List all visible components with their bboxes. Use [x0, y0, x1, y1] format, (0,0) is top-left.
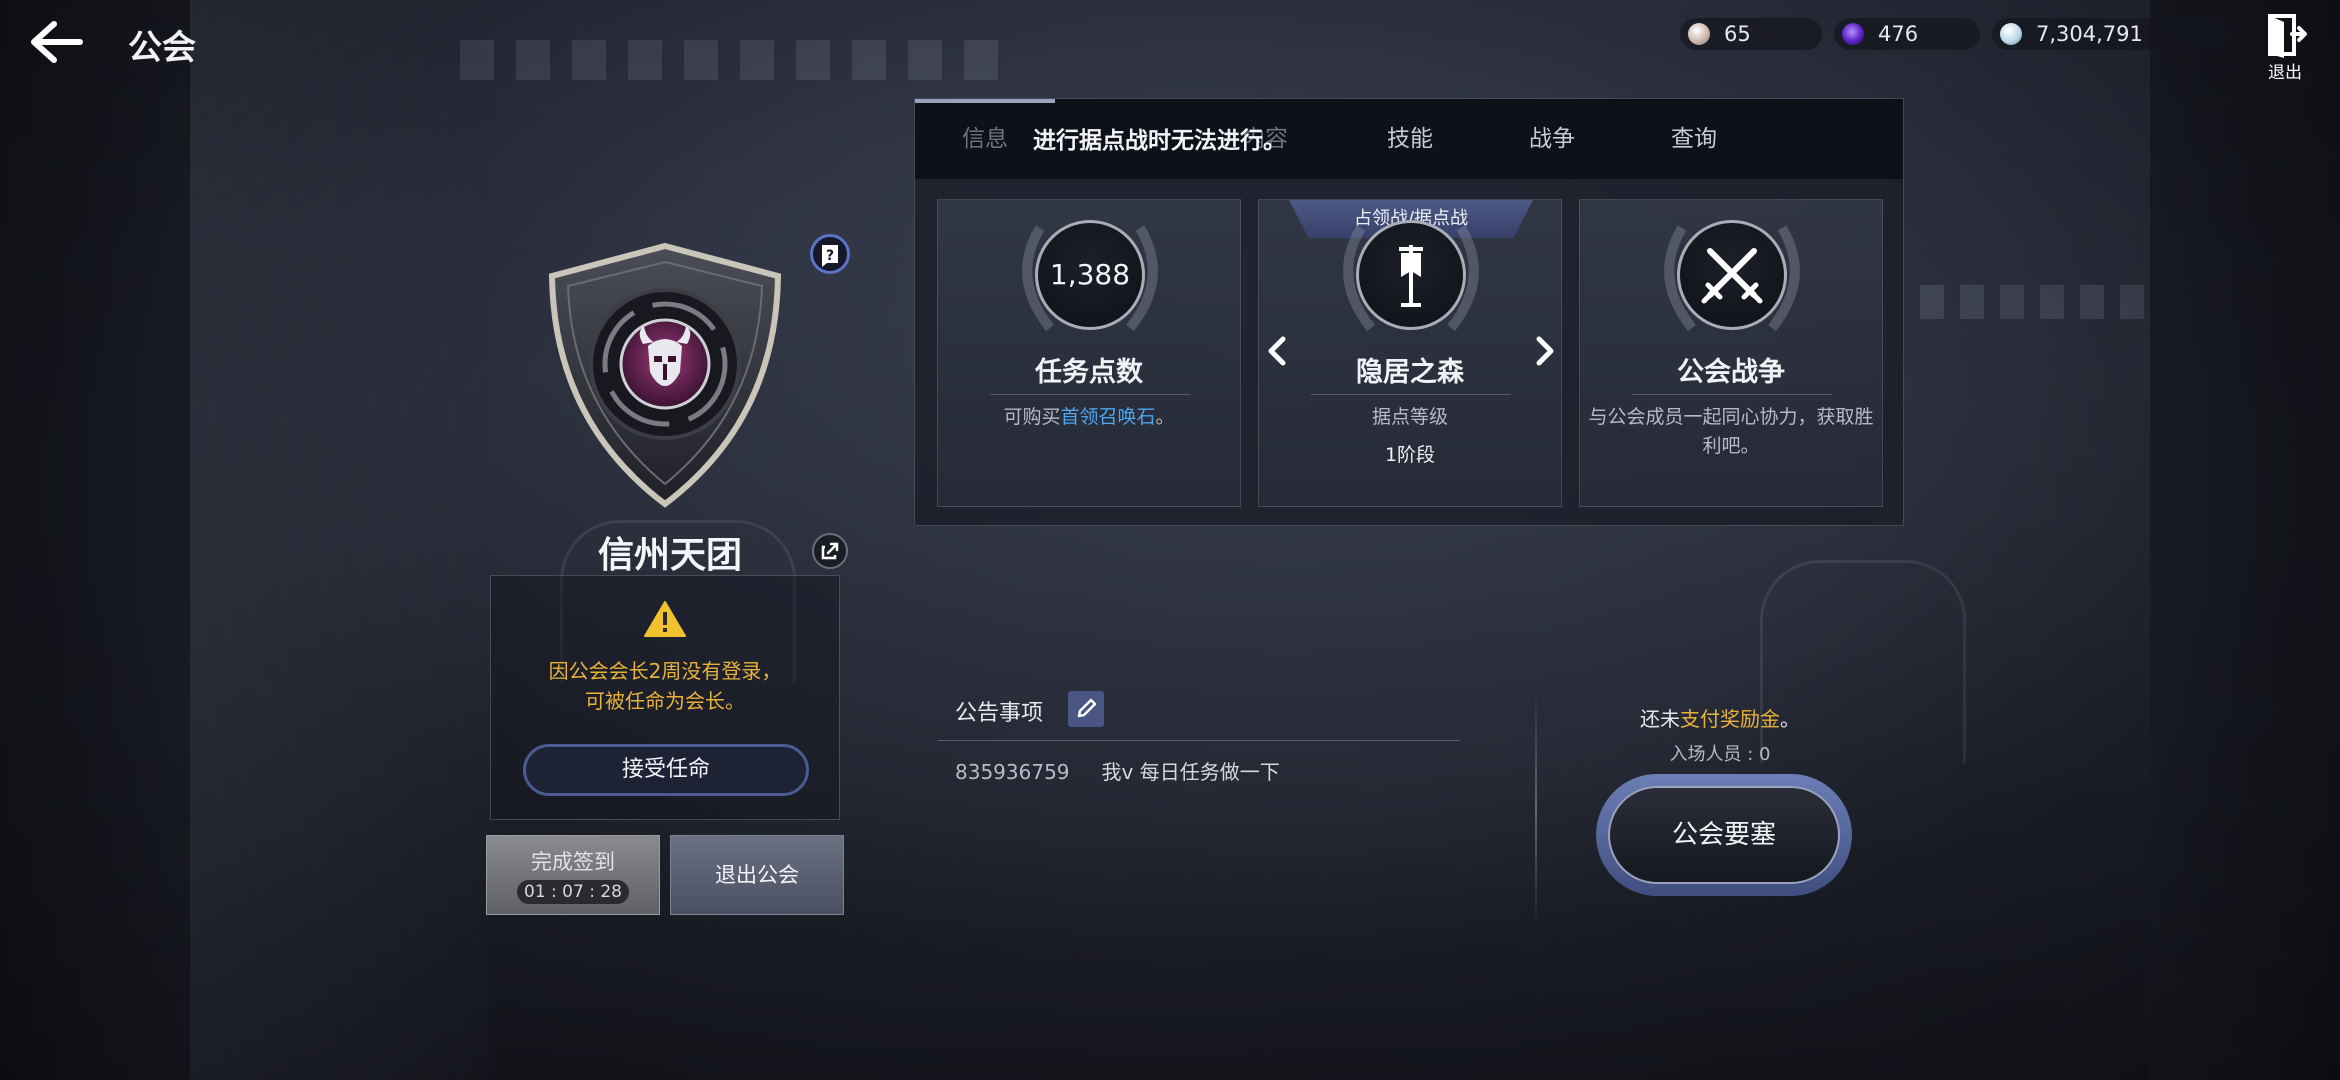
guild-war-desc: 与公会成员一起同心协力，获取胜利吧。 — [1588, 406, 1874, 457]
leader-notice-box: 因公会会长2周没有登录， 可被任命为会长。 接受任命 — [490, 575, 840, 820]
reward-highlight: 支付奖励金 — [1680, 707, 1780, 731]
checkin-label: 完成签到 — [531, 850, 615, 874]
section-divider — [1535, 690, 1537, 930]
exit-label: 退出 — [2268, 63, 2302, 83]
share-icon[interactable] — [812, 533, 848, 569]
back-arrow-icon[interactable] — [28, 18, 86, 66]
reward-status: 还未支付奖励金。 — [1600, 703, 1840, 732]
chevron-left-icon[interactable] — [1263, 331, 1293, 371]
boss-stone-link[interactable]: 首领召唤石 — [1060, 406, 1155, 428]
exit-button[interactable]: 退出 — [2262, 14, 2308, 83]
announcement-title: 公告事项 — [955, 701, 1044, 726]
checkin-timer: 01 : 07 : 28 — [517, 880, 629, 904]
card-divider — [1311, 394, 1511, 395]
reward-suffix: 。 — [1780, 707, 1800, 731]
leader-notice-text: 因公会会长2周没有登录， 可被任命为会长。 — [491, 656, 839, 716]
notice-line-1: 因公会会长2周没有登录， — [548, 659, 782, 683]
currency-value: 476 — [1878, 22, 1919, 46]
mission-points-title: 任务点数 — [1035, 357, 1143, 388]
tab-query[interactable]: 查询 — [1623, 99, 1765, 179]
entry-count: 入场人员 : 0 — [1669, 744, 1771, 765]
stronghold-level-label: 据点等级 — [1371, 406, 1448, 428]
warning-icon — [643, 600, 687, 638]
card-divider — [990, 394, 1190, 395]
stronghold-title: 隐居之森 — [1356, 357, 1464, 388]
currency-purple-gem[interactable]: 476 — [1834, 18, 1980, 50]
currency-value: 65 — [1724, 22, 1751, 46]
announcement-entry: 835936759 我v 每日任务做一下 — [955, 756, 1280, 785]
mission-points-card[interactable]: 1,388 任务点数 可购买首领召唤石。 — [937, 199, 1241, 507]
banner-icon — [1399, 245, 1423, 307]
tab-bar: 信息 内容 技能 战争 查询 进行据点战时无法进行。 — [915, 99, 1903, 179]
svg-text:?: ? — [826, 248, 834, 264]
edit-pencil-icon[interactable] — [1068, 691, 1104, 727]
guild-fortress-button[interactable]: 公会要塞 — [1596, 774, 1852, 896]
tab-skills[interactable]: 技能 — [1339, 99, 1481, 179]
purple-gem-icon — [1842, 23, 1864, 45]
stronghold-card[interactable]: 占领战/据点战 隐居之森 据点等级 1阶段 — [1258, 199, 1562, 507]
currency-silver[interactable]: 7,304,791 — [1992, 18, 2228, 50]
pearl-icon — [1688, 23, 1710, 45]
desc-suffix: 。 — [1155, 406, 1175, 428]
mission-points-value: 1,388 — [1049, 258, 1131, 291]
checkin-button[interactable]: 完成签到 01 : 07 : 28 — [486, 835, 660, 915]
announcement-message: 我v 每日任务做一下 — [1101, 760, 1280, 784]
mission-points-desc: 可购买首领召唤石。 — [938, 403, 1240, 432]
currency-value: 7,304,791 — [2036, 22, 2143, 46]
announcement-divider — [938, 740, 1460, 741]
accept-appointment-button[interactable]: 接受任命 — [523, 744, 809, 796]
stronghold-circle — [1356, 220, 1466, 330]
page-title: 公会 — [128, 28, 196, 68]
stronghold-stage: 1阶段 — [1384, 444, 1436, 466]
guild-info-panel: 信息 内容 技能 战争 查询 进行据点战时无法进行。 1,388 任务点数 可购… — [914, 98, 1904, 526]
notice-line-2: 可被任命为会长。 — [585, 689, 745, 713]
exit-door-icon — [2268, 14, 2307, 58]
guild-emblem[interactable] — [540, 240, 790, 510]
guild-war-title: 公会战争 — [1677, 357, 1785, 388]
tab-disabled-notice: 进行据点战时无法进行。 — [1033, 128, 1286, 154]
tab-war[interactable]: 战争 — [1481, 99, 1623, 179]
currency-pearl[interactable]: 65 — [1680, 18, 1822, 50]
mission-points-circle: 1,388 — [1035, 220, 1145, 330]
desc-prefix: 可购买 — [1003, 406, 1061, 428]
guild-war-circle — [1677, 220, 1787, 330]
reward-prefix: 还未 — [1640, 707, 1680, 731]
guild-war-card[interactable]: 公会战争 与公会成员一起同心协力，获取胜利吧。 — [1579, 199, 1883, 507]
chevron-right-icon[interactable] — [1529, 331, 1559, 371]
silver-coin-icon — [2000, 23, 2022, 45]
crossed-swords-icon — [1701, 248, 1763, 304]
card-divider — [1632, 394, 1832, 395]
guild-fortress-label: 公会要塞 — [1608, 786, 1840, 884]
leave-guild-button[interactable]: 退出公会 — [670, 835, 844, 915]
guild-info-icon[interactable]: ? — [810, 234, 850, 274]
announcement-author: 835936759 — [955, 760, 1070, 784]
guild-name: 信州天团 — [597, 535, 742, 576]
